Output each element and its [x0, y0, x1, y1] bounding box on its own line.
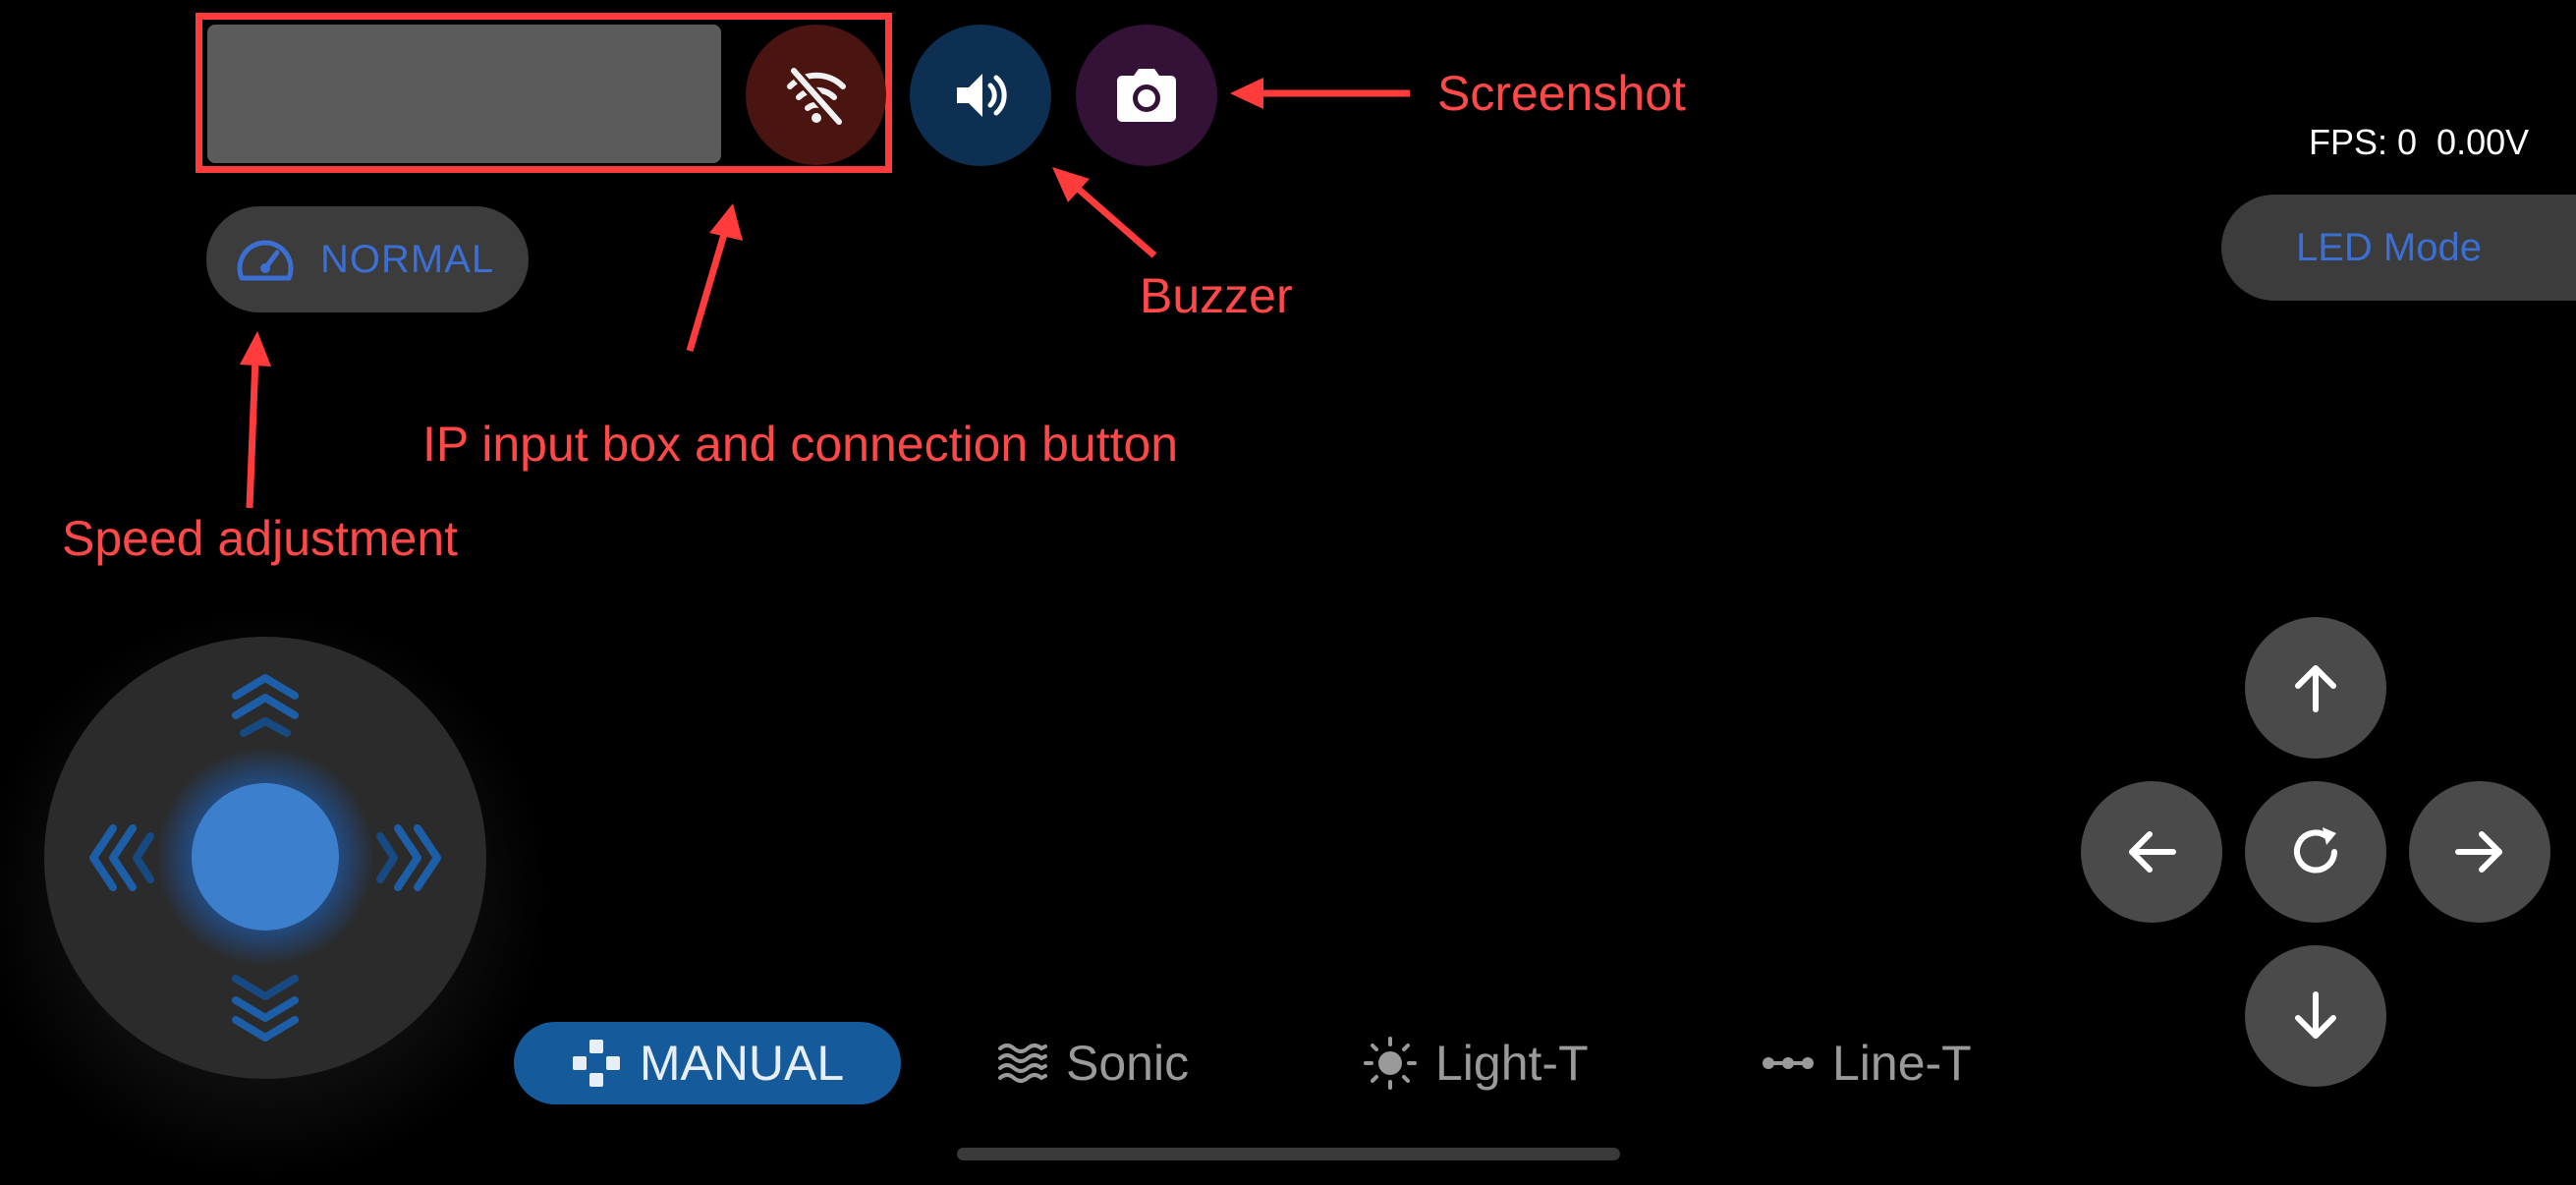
arrow-left-icon [2129, 831, 2176, 873]
fps-voltage-readout: FPS: 0 0.00V [2309, 122, 2530, 162]
gamepad-icon [572, 1040, 620, 1087]
mode-sonic-label: Sonic [1066, 1036, 1190, 1091]
connect-button[interactable] [746, 25, 886, 165]
speaker-icon [957, 74, 1007, 117]
annotation-buzzer: Buzzer [1140, 268, 1293, 323]
mode-sonic-tab[interactable]: Sonic [997, 1022, 1189, 1104]
mode-light-label: Light-T [1435, 1036, 1589, 1091]
dpad-down-button[interactable] [2245, 945, 2386, 1087]
annotation-speed: Speed adjustment [62, 511, 459, 566]
mode-manual-label: MANUAL [639, 1036, 845, 1091]
home-indicator[interactable] [957, 1148, 1620, 1160]
dpad-rotate-button[interactable] [2245, 781, 2386, 923]
speed-arrow [240, 331, 271, 509]
arrow-down-icon [2295, 991, 2336, 1039]
arrow-up-icon [2295, 665, 2336, 712]
joystick-knob[interactable] [192, 783, 339, 931]
mode-line-tab[interactable]: Line-T [1762, 1022, 1972, 1104]
wifi-off-icon [786, 64, 846, 128]
buzzer-button[interactable] [910, 25, 1051, 166]
annotation-screenshot: Screenshot [1437, 66, 1686, 121]
buzzer-arrow [1052, 167, 1157, 258]
dpad-up-button[interactable] [2245, 617, 2386, 759]
waves-icon [998, 1044, 1047, 1083]
dpad-right-button[interactable] [2409, 781, 2550, 923]
camera-icon [1117, 69, 1176, 122]
mode-line-label: Line-T [1832, 1036, 1972, 1091]
line-dots-icon [1763, 1057, 1814, 1069]
mode-manual-tab[interactable]: MANUAL [514, 1022, 901, 1104]
ip-input[interactable] [207, 25, 721, 163]
speed-label: NORMAL [320, 237, 495, 281]
screenshot-arrow [1230, 78, 1410, 109]
screenshot-button[interactable] [1076, 25, 1217, 166]
led-mode-label: LED Mode [2296, 225, 2482, 269]
sun-icon [1364, 1037, 1417, 1090]
rotate-icon [2294, 827, 2337, 874]
dpad-left-button[interactable] [2081, 781, 2222, 923]
arrow-right-icon [2455, 831, 2502, 873]
speed-button[interactable]: NORMAL [206, 206, 529, 312]
ip-arrow [686, 203, 743, 352]
led-mode-button[interactable]: LED Mode [2221, 195, 2576, 301]
speedometer-icon [237, 240, 294, 281]
annotation-ip-box: IP input box and connection button [422, 417, 1179, 472]
mode-light-tab[interactable]: Light-T [1363, 1022, 1589, 1104]
